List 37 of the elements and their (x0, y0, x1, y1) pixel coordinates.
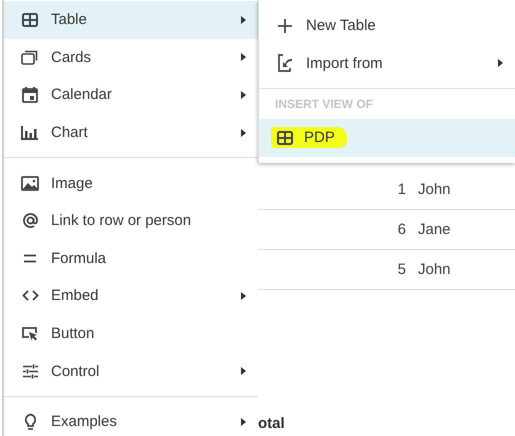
table-cell-text: 1 (396, 181, 406, 198)
import-arrow-icon (276, 54, 294, 72)
cursor-on-button-icon (21, 326, 39, 342)
table-cell-text: Jane (418, 221, 452, 238)
table-cell-text: John (418, 261, 452, 278)
menu-item[interactable]: New Table (259, 7, 515, 45)
marker-highlight: PDP (271, 127, 347, 148)
section-header: INSERT VIEW OF (274, 96, 374, 114)
menu-item[interactable]: Chart (4, 114, 258, 152)
view-item[interactable]: PDP (259, 119, 515, 157)
cards-icon (21, 50, 39, 65)
plus-icon (278, 18, 292, 33)
table-cell-text: 6 (396, 221, 406, 238)
menu-item[interactable]: Image (4, 164, 258, 202)
lightbulb-icon (24, 412, 36, 431)
image-icon (21, 176, 39, 191)
bar-chart-icon (21, 125, 39, 140)
table-icon (22, 12, 38, 27)
equals-icon (23, 254, 37, 263)
at-sign-icon (22, 212, 38, 230)
menu-item[interactable]: Calendar (4, 76, 258, 114)
table-cell-text: 5 (396, 261, 406, 278)
menu-item[interactable]: Table (4, 1, 258, 39)
menu-item[interactable]: Embed (4, 277, 258, 315)
calendar-icon (22, 86, 38, 104)
menu-item[interactable]: Link to row or person (4, 202, 258, 240)
table-icon (277, 130, 293, 145)
total-label: otal (258, 415, 285, 432)
sliders-icon (22, 364, 38, 379)
table-cell-text: John (418, 181, 452, 198)
code-brackets-icon (22, 290, 38, 302)
menu-item[interactable]: Button (4, 314, 258, 352)
menu-item[interactable]: Formula (4, 240, 258, 278)
menu-item[interactable]: Cards (4, 38, 258, 76)
menu-item[interactable]: Control (4, 352, 258, 390)
menu-item[interactable]: Examples (4, 402, 258, 436)
menu-item[interactable]: Import from (259, 44, 515, 82)
